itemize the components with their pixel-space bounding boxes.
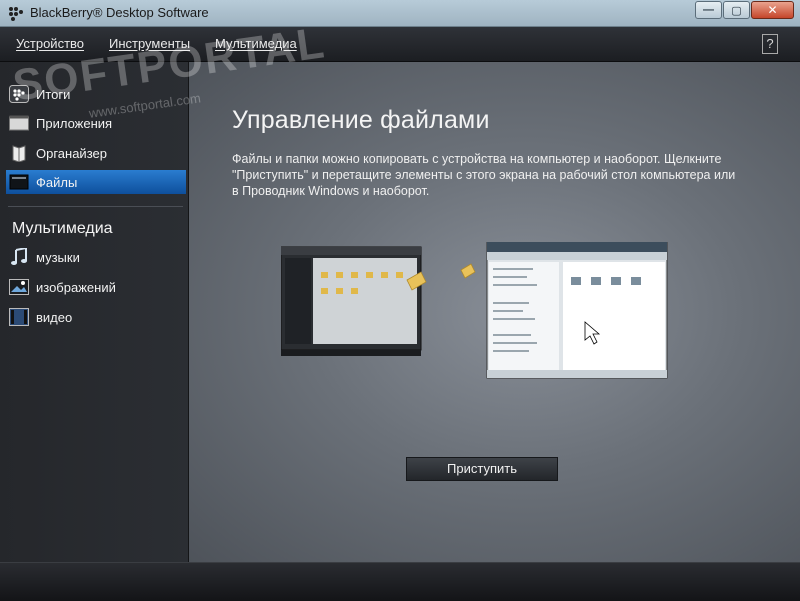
device-window-illustration bbox=[281, 246, 422, 356]
sidebar-item-images[interactable]: изображений bbox=[8, 275, 186, 299]
page-description: Файлы и папки можно копировать с устройс… bbox=[232, 152, 736, 198]
main-content: Управление файлами Файлы и папки можно к… bbox=[189, 62, 800, 562]
close-button[interactable]: ✕ bbox=[751, 1, 794, 19]
menu-device[interactable]: Устройство bbox=[16, 36, 84, 51]
image-icon bbox=[8, 278, 30, 296]
status-bar bbox=[0, 562, 800, 601]
music-note-icon bbox=[8, 248, 30, 266]
multimedia-section-title: Мультимедиа bbox=[12, 220, 113, 237]
sidebar-item-label: видео bbox=[36, 309, 73, 325]
maximize-icon: ▢ bbox=[731, 4, 742, 17]
sidebar-item-label: Файлы bbox=[36, 174, 78, 190]
minimize-button[interactable]: — bbox=[695, 1, 722, 19]
applications-icon bbox=[8, 114, 30, 132]
page-title: Управление файлами bbox=[232, 106, 490, 134]
files-icon bbox=[8, 173, 30, 191]
sidebar-divider bbox=[8, 206, 183, 207]
window-title: BlackBerry® Desktop Software bbox=[30, 5, 209, 20]
sidebar-item-music[interactable]: музыки bbox=[8, 245, 186, 269]
blackberry-app-icon bbox=[9, 7, 23, 21]
sidebar-item-files[interactable]: Файлы bbox=[6, 170, 186, 194]
sidebar-item-label: музыки bbox=[36, 249, 80, 265]
sidebar-item-organizer[interactable]: Органайзер bbox=[8, 141, 186, 165]
file-transfer-illustration bbox=[281, 242, 668, 379]
video-icon bbox=[8, 308, 30, 326]
computer-window-illustration bbox=[486, 242, 668, 379]
minimize-icon: — bbox=[703, 4, 714, 16]
maximize-button[interactable]: ▢ bbox=[723, 1, 750, 19]
close-icon: ✕ bbox=[767, 3, 778, 17]
start-button[interactable]: Приступить bbox=[406, 457, 558, 481]
sidebar-item-label: Органайзер bbox=[36, 145, 107, 161]
title-bar: BlackBerry® Desktop Software — ▢ ✕ bbox=[0, 0, 800, 27]
organizer-icon bbox=[8, 144, 30, 162]
help-button[interactable]: ? bbox=[762, 34, 778, 54]
sidebar-item-video[interactable]: видео bbox=[8, 305, 186, 329]
sidebar-item-label: изображений bbox=[36, 279, 116, 295]
sidebar: Итоги Приложения Органайзер Файлы Мульти… bbox=[0, 62, 189, 562]
